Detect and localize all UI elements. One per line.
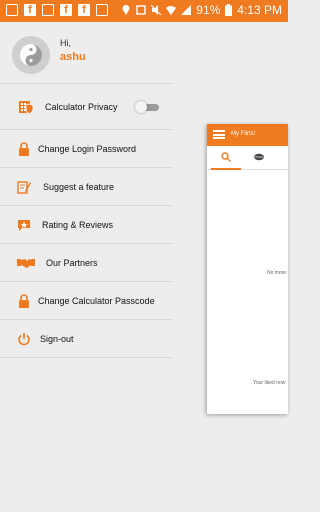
- calculator-shield-icon: [19, 100, 34, 114]
- clock: 4:13 PM: [237, 3, 282, 17]
- facebook-icon: f: [60, 4, 72, 16]
- nfc-icon: [136, 5, 146, 15]
- menu-label-rating-reviews: Rating & Reviews: [42, 219, 114, 230]
- lock-icon: [19, 293, 29, 308]
- system-status: 91% 4:13 PM: [121, 3, 282, 17]
- battery-percent: 91%: [196, 3, 221, 17]
- liked-empty-text: Your liked now: [253, 380, 286, 386]
- yin-yang-icon: [12, 36, 50, 74]
- status-bar: f f f 91% 4:13 PM: [0, 0, 288, 22]
- menu-item-rating-reviews[interactable]: Rating & Reviews: [0, 206, 172, 244]
- notification-icon: [42, 4, 54, 16]
- username: ashu: [60, 51, 86, 63]
- menu-item-suggest-feature[interactable]: Suggest a feature: [0, 168, 172, 206]
- rating-bubble-icon: [18, 219, 30, 231]
- menu-label-calculator-privacy: Calculator Privacy: [45, 101, 118, 112]
- menu-item-change-calculator-passcode[interactable]: Change Calculator Passcode: [0, 282, 172, 320]
- avatar[interactable]: [12, 36, 50, 74]
- menu-label-change-login-password: Change Login Password: [38, 143, 137, 154]
- menu-item-our-partners[interactable]: Our Partners: [0, 244, 172, 282]
- signal-icon: [181, 5, 192, 15]
- menu-item-change-login-password[interactable]: Change Login Password: [0, 130, 172, 168]
- calculator-privacy-toggle[interactable]: [135, 100, 161, 113]
- facebook-icon: f: [78, 4, 90, 16]
- main-content-preview[interactable]: My Flirts! No more Your liked now: [207, 124, 288, 414]
- gallery-icon: [96, 4, 108, 16]
- empty-state-text: No more: [267, 270, 287, 276]
- menu-item-calculator-privacy[interactable]: Calculator Privacy: [0, 84, 172, 130]
- mute-icon: [151, 5, 162, 15]
- menu-label-suggest-feature: Suggest a feature: [43, 181, 115, 192]
- menu-label-our-partners: Our Partners: [46, 257, 98, 268]
- app-title: My Flirts!: [231, 131, 256, 137]
- facebook-icon: f: [24, 4, 36, 16]
- location-icon: [122, 5, 130, 15]
- tab-bar: [207, 146, 288, 170]
- app-toolbar: My Flirts!: [207, 124, 288, 146]
- hamburger-menu-icon[interactable]: [213, 130, 225, 139]
- menu-label-sign-out: Sign-out: [40, 333, 74, 344]
- notification-icon: [6, 4, 18, 16]
- power-icon: [18, 332, 30, 345]
- greeting: Hi,: [60, 38, 71, 48]
- search-icon: [221, 152, 231, 162]
- lips-icon: [254, 153, 264, 161]
- handshake-icon: [17, 258, 35, 268]
- edit-note-icon: [17, 180, 31, 194]
- lock-icon: [19, 141, 29, 156]
- tab-search[interactable]: [211, 146, 241, 170]
- wifi-icon: [166, 6, 177, 15]
- profile-header[interactable]: Hi, ashu: [0, 22, 172, 84]
- menu-item-sign-out[interactable]: Sign-out: [0, 320, 172, 358]
- navigation-drawer: Hi, ashu Calculator Privacy Change Login…: [0, 22, 172, 512]
- toggle-knob: [135, 100, 147, 113]
- notification-icons: f f f: [6, 4, 108, 16]
- battery-icon: [225, 4, 233, 16]
- menu-label-change-calculator-passcode: Change Calculator Passcode: [38, 295, 155, 306]
